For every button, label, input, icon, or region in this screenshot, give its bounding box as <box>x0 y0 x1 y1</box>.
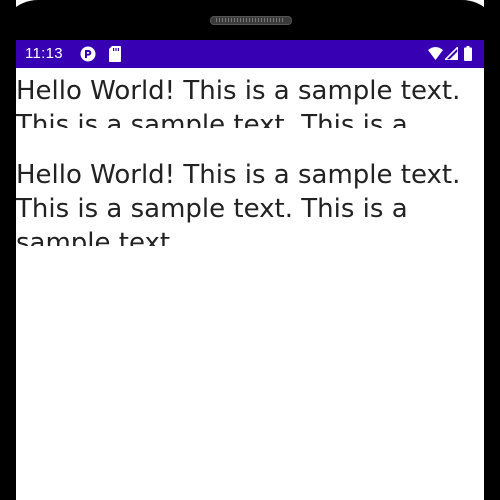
phone-bezel-right <box>484 0 500 500</box>
sd-card-icon <box>109 46 121 62</box>
app-notification-icon <box>80 46 96 62</box>
phone-device: 11:13 Hello World! This is a sample text… <box>0 0 500 500</box>
sample-text-view-1: Hello World! This is a sample text. This… <box>16 76 461 128</box>
speaker-grille <box>216 18 284 22</box>
sample-text-view-2: Hello World! This is a sample text. This… <box>16 160 461 246</box>
battery-icon <box>464 46 472 61</box>
status-bar: 11:13 <box>16 40 484 68</box>
wifi-icon <box>428 47 443 60</box>
cell-signal-icon <box>445 47 458 60</box>
app-content: Hello World! This is a sample text. This… <box>16 68 484 500</box>
status-clock: 11:13 <box>25 45 63 62</box>
phone-bezel-left <box>0 0 16 500</box>
